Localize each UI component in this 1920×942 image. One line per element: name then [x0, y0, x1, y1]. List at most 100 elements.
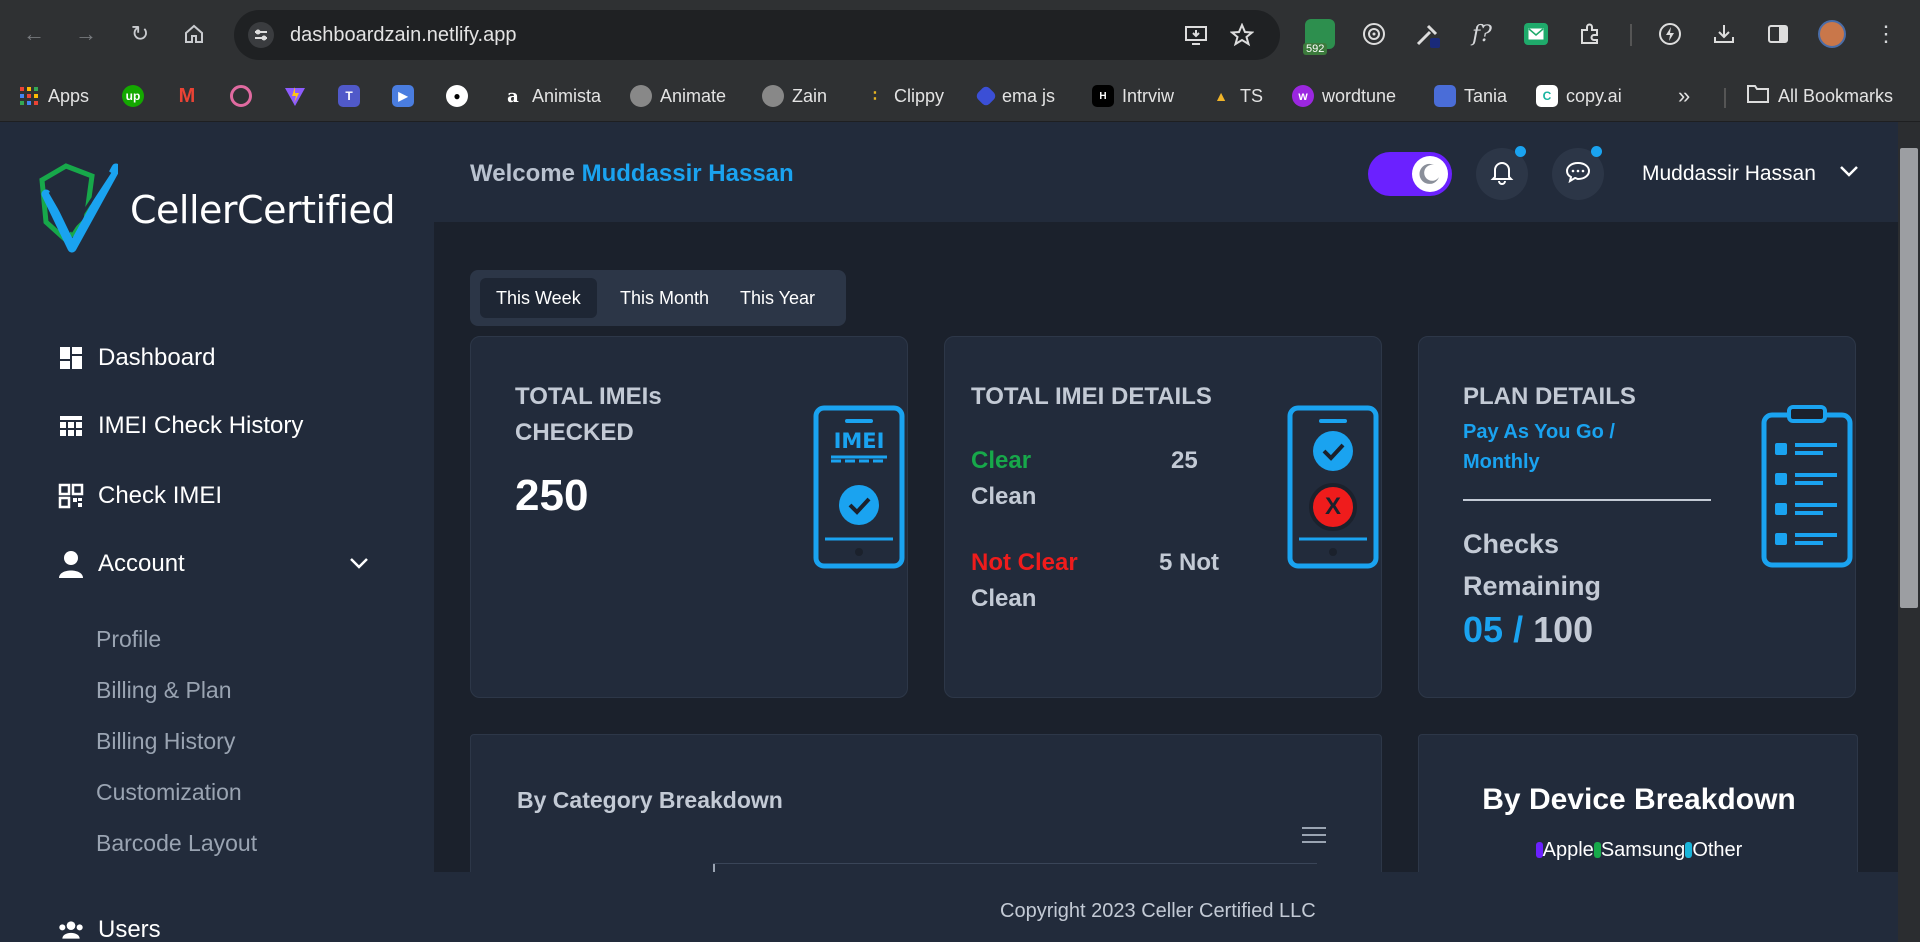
nav-dashboard[interactable]: Dashboard — [58, 344, 215, 372]
user-menu-chevron-icon[interactable] — [1838, 164, 1860, 183]
bookmark-github[interactable]: ● — [446, 80, 468, 112]
back-icon[interactable]: ← — [18, 18, 50, 50]
all-bookmarks-label: All Bookmarks — [1778, 85, 1894, 106]
home-icon[interactable] — [178, 18, 210, 50]
clippy-icon: ∶ — [872, 88, 878, 105]
clear-label: Clear — [971, 447, 1032, 474]
bookmark-media[interactable]: ▶ — [392, 80, 414, 112]
messages-button[interactable] — [1552, 146, 1604, 200]
nav-check-imei[interactable]: Check IMEI — [58, 482, 222, 510]
bookmark-teams[interactable]: T — [338, 80, 360, 112]
nav-barcode-layout[interactable]: Barcode Layout — [96, 830, 257, 857]
bookmark-tania[interactable]: Tania — [1434, 80, 1507, 112]
bookmark-ring[interactable] — [230, 80, 252, 112]
nav-billing-history[interactable]: Billing History — [96, 728, 235, 755]
bookmark-label: Animista — [532, 85, 602, 106]
upwork-icon: up — [122, 85, 144, 107]
bookmark-clippy[interactable]: ∶ Clippy — [864, 80, 944, 112]
table-icon — [58, 413, 84, 439]
notifications-button[interactable] — [1476, 146, 1528, 200]
profile-avatar[interactable] — [1816, 18, 1848, 50]
nav-label: Check IMEI — [98, 482, 223, 509]
category-breakdown-title: By Category Breakdown — [517, 787, 783, 813]
nav-label: Dashboard — [98, 344, 216, 371]
bookmark-label: Clippy — [894, 85, 945, 106]
tab-this-week[interactable]: This Week — [480, 278, 597, 318]
password-extension-icon[interactable]: 592 — [1303, 18, 1336, 55]
bookmark-animate[interactable]: Animate — [630, 80, 726, 112]
reload-icon[interactable]: ↻ — [124, 18, 156, 50]
color-picker-extension-icon[interactable] — [1412, 18, 1444, 50]
tab-this-month[interactable]: This Month — [604, 278, 725, 318]
card-title-line: CHECKED — [515, 419, 634, 446]
not-clear-label: Not Clear — [971, 549, 1078, 576]
theme-toggle[interactable] — [1368, 152, 1452, 196]
bookmark-wordtune[interactable]: w wordtune — [1292, 80, 1396, 112]
bookmark-label: ema js — [1002, 85, 1056, 106]
scrollbar-thumb[interactable] — [1900, 148, 1918, 608]
bookmark-gmail[interactable]: M — [176, 80, 198, 112]
bookmark-vite[interactable] — [284, 80, 306, 112]
font-extension-icon[interactable]: f? — [1466, 18, 1498, 50]
imei-icon-text: IMEI — [833, 429, 885, 453]
extensions-puzzle-icon[interactable] — [1574, 18, 1606, 50]
bookmark-animista[interactable]: a Animista — [502, 80, 601, 112]
apps-grid-icon — [18, 85, 40, 107]
chart-menu-icon[interactable] — [1301, 825, 1327, 850]
nav-billing-plan[interactable]: Billing & Plan — [96, 677, 232, 704]
bookmarks-bar: Apps up M T ▶ ● a Animista Animate Zain ∶… — [0, 72, 1920, 122]
target-extension-icon[interactable] — [1358, 18, 1390, 50]
top-header: Welcome Muddassir Hassan Muddassir Hassa… — [434, 122, 1898, 222]
mail-extension-icon[interactable] — [1520, 18, 1552, 50]
site-info-icon[interactable] — [248, 22, 274, 48]
address-bar[interactable]: dashboardzain.netlify.app — [234, 10, 1280, 60]
device-breakdown-title: By Device Breakdown — [1482, 783, 1796, 816]
legend-apple[interactable]: Apple — [1543, 839, 1594, 862]
nav-account[interactable]: Account — [58, 550, 185, 578]
more-bookmarks-button[interactable]: » — [1678, 80, 1690, 112]
bookmark-intrviw[interactable]: H Intrviw — [1092, 80, 1174, 112]
nav-profile[interactable]: Profile — [96, 626, 161, 653]
qr-code-icon — [58, 483, 84, 509]
downloads-icon[interactable] — [1708, 18, 1740, 50]
legend-other[interactable]: Other — [1692, 839, 1742, 862]
legend-apple-marker — [1535, 842, 1543, 858]
bookmark-emailjs[interactable]: ema js — [974, 80, 1056, 112]
tab-this-year[interactable]: This Year — [724, 278, 831, 318]
copyai-icon: C — [1536, 85, 1558, 107]
bookmark-zain[interactable]: Zain — [762, 80, 827, 112]
forward-icon[interactable]: → — [70, 18, 102, 50]
install-app-icon[interactable] — [1184, 23, 1208, 47]
total-imeis-value: 250 — [515, 471, 589, 520]
user-icon — [58, 551, 84, 578]
legend-samsung[interactable]: Samsung — [1601, 839, 1686, 862]
chart-gridline — [713, 863, 1317, 864]
card-title: TOTAL IMEIs CHECKED — [515, 379, 662, 451]
all-bookmarks-button[interactable]: All Bookmarks — [1746, 80, 1893, 112]
bookmark-apps[interactable]: Apps — [18, 80, 89, 112]
performance-icon[interactable] — [1654, 18, 1686, 50]
legend-other-marker — [1685, 842, 1693, 858]
side-panel-icon[interactable] — [1762, 18, 1794, 50]
checks-line: Checks — [1463, 529, 1560, 559]
bookmark-label: wordtune — [1322, 85, 1397, 106]
vite-icon — [284, 85, 306, 107]
notification-dot — [1515, 146, 1526, 157]
nav-users[interactable]: Users — [58, 916, 161, 942]
user-name[interactable]: Muddassir Hassan — [1642, 162, 1816, 186]
footer: Copyright 2023 Celler Certified LLC — [434, 872, 1898, 942]
nav-customization[interactable]: Customization — [96, 779, 242, 806]
url-text: dashboardzain.netlify.app — [290, 24, 517, 46]
nav-imei-check-history[interactable]: IMEI Check History — [58, 412, 303, 440]
teams-icon: T — [338, 85, 360, 107]
intrviw-icon: H — [1092, 85, 1114, 107]
bookmark-copyai[interactable]: Ccopy.ai — [1536, 80, 1622, 112]
browser-menu-icon[interactable]: ⋮ — [1870, 18, 1902, 50]
bookmark-upwork[interactable]: up — [122, 80, 144, 112]
sidebar: CellerCertified Dashboard IMEI Check His… — [0, 122, 434, 942]
account-chevron-icon[interactable] — [348, 556, 370, 575]
bookmark-label: Apps — [48, 85, 90, 106]
imei-details-card: TOTAL IMEI DETAILS Clear 25 Clean Not Cl… — [944, 336, 1382, 698]
bookmark-star-icon[interactable] — [1229, 22, 1255, 47]
bookmark-ts[interactable]: ▲ TS — [1210, 80, 1263, 112]
